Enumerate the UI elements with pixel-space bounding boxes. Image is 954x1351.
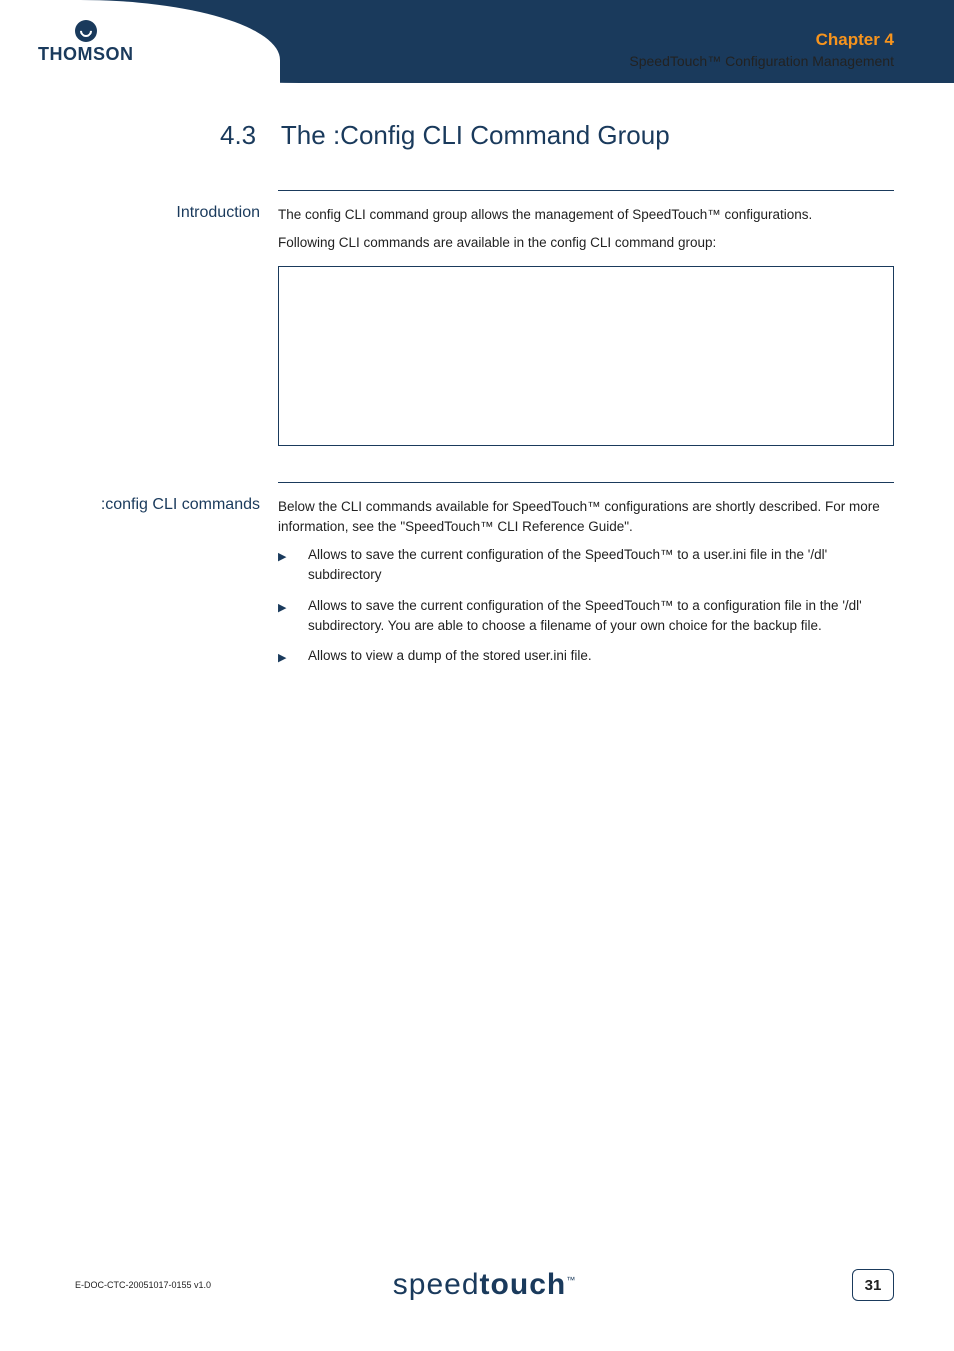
chapter-subtitle: SpeedTouch™ Configuration Management <box>629 53 894 69</box>
logo-bold: touch <box>480 1268 567 1301</box>
list-item: ▶ Allows to view a dump of the stored us… <box>278 646 894 667</box>
bullet-list: ▶ Allows to save the current configurati… <box>278 545 894 667</box>
page-title: 4.3 The :Config CLI Command Group <box>220 120 894 151</box>
logo-icon <box>75 20 97 42</box>
content-area: Introduction The config CLI command grou… <box>0 190 894 689</box>
heading-text: The :Config CLI Command Group <box>281 120 670 150</box>
heading-number: 4.3 <box>220 120 256 150</box>
doc-id: E-DOC-CTC-20051017-0155 v1.0 <box>75 1280 211 1290</box>
brand-text: THOMSON <box>38 44 134 65</box>
bullet-text-2: Allows to save the current configuration… <box>308 596 894 637</box>
chapter-label: Chapter 4 SpeedTouch™ Configuration Mana… <box>629 30 894 69</box>
commands-intro: Below the CLI commands available for Spe… <box>278 497 894 538</box>
page-number: 31 <box>852 1269 894 1301</box>
intro-para-1: The config CLI command group allows the … <box>278 205 894 225</box>
bullet-text-1: Allows to save the current configuration… <box>308 545 894 586</box>
section-label-commands: :config CLI commands <box>0 482 278 514</box>
bullet-text-3: Allows to view a dump of the stored user… <box>308 646 894 666</box>
logo-light: speed <box>393 1268 480 1301</box>
tm-symbol: ™ <box>566 1275 576 1285</box>
list-item: ▶ Allows to save the current configurati… <box>278 596 894 637</box>
list-item: ▶ Allows to save the current configurati… <box>278 545 894 586</box>
brand-logo: THOMSON <box>38 20 134 65</box>
triangle-right-icon: ▶ <box>278 545 308 566</box>
triangle-right-icon: ▶ <box>278 646 308 667</box>
footer: E-DOC-CTC-20051017-0155 v1.0 speedtouch™… <box>75 1269 894 1301</box>
footer-logo: speedtouch™ <box>393 1268 576 1302</box>
section-commands: :config CLI commands Below the CLI comma… <box>0 482 894 677</box>
cli-command-box <box>278 266 894 446</box>
section-body-commands: Below the CLI commands available for Spe… <box>278 482 894 677</box>
section-label-intro: Introduction <box>0 190 278 222</box>
triangle-right-icon: ▶ <box>278 596 308 617</box>
section-introduction: Introduction The config CLI command grou… <box>0 190 894 470</box>
chapter-title: Chapter 4 <box>629 30 894 50</box>
section-body-intro: The config CLI command group allows the … <box>278 190 894 470</box>
intro-para-2: Following CLI commands are available in … <box>278 233 894 253</box>
